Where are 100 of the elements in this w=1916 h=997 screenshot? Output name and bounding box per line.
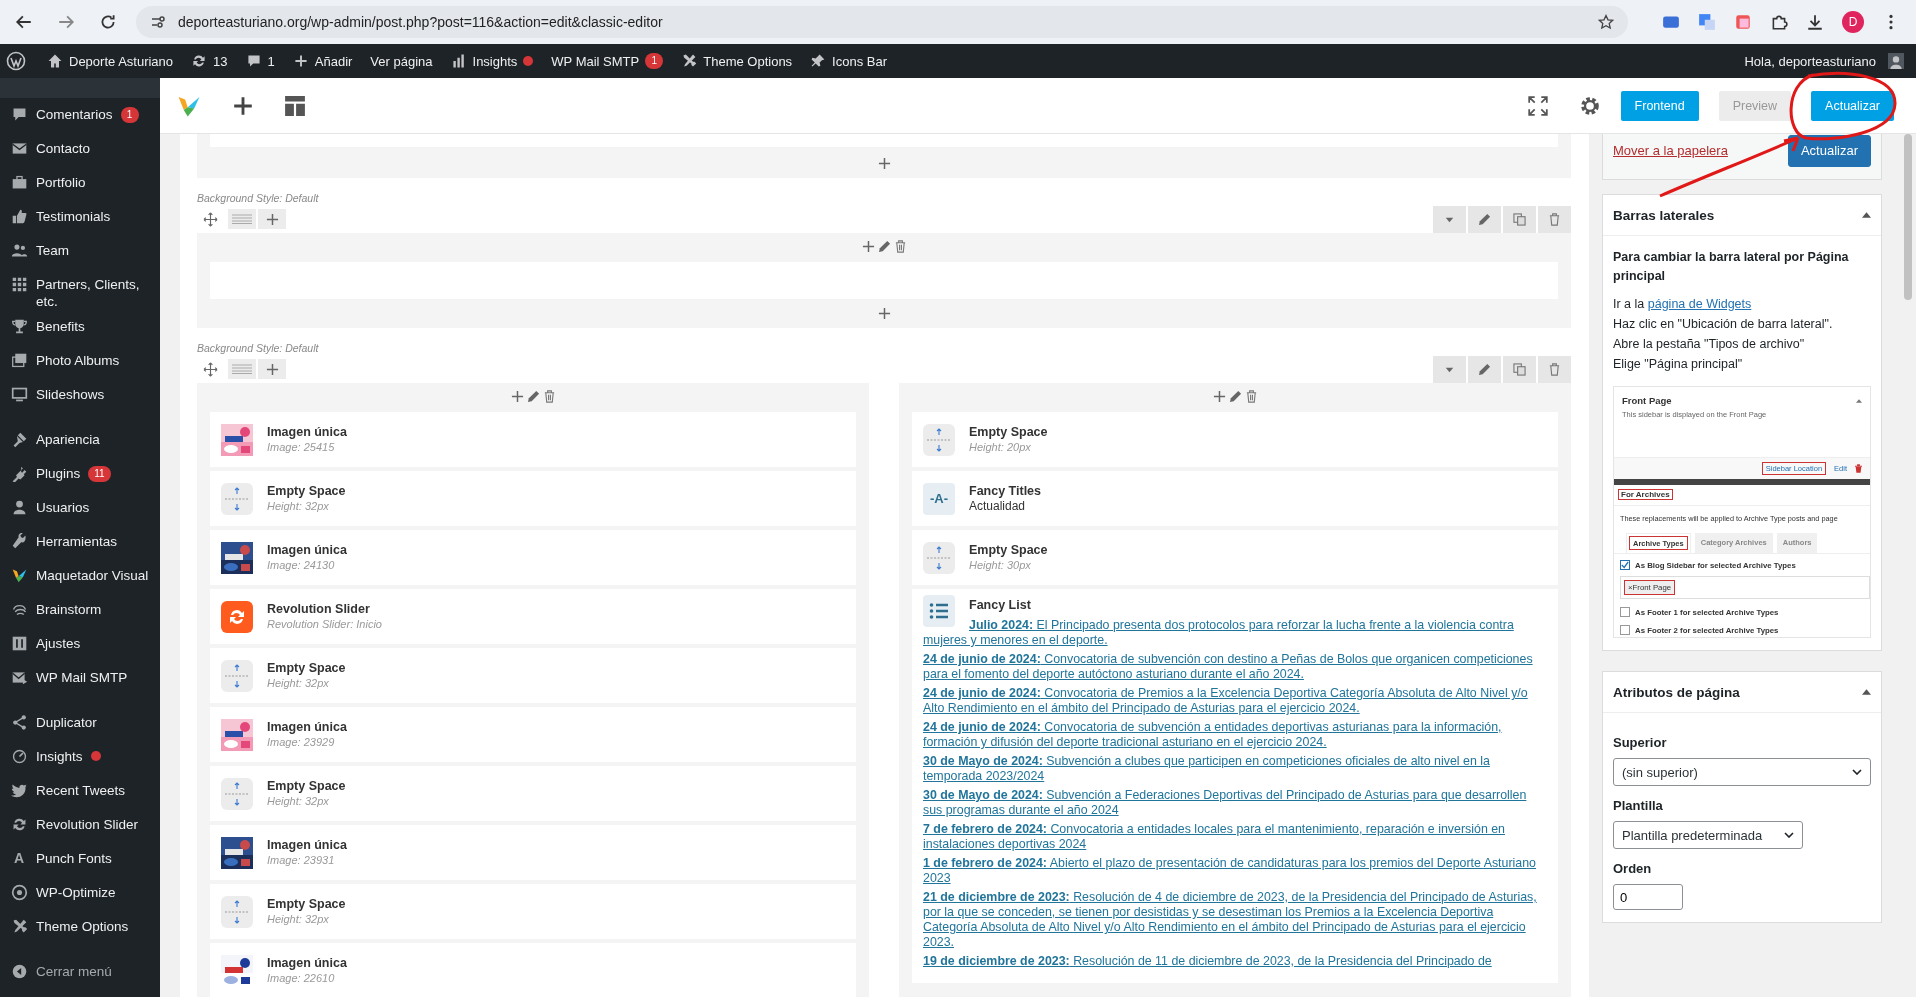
sidebar-item[interactable]: Portfolio <box>0 166 160 200</box>
news-link[interactable]: 19 de diciembre de 2023: Resolución de 11 de diciembre de 2023, de la Presidencia del Principado de <box>923 954 1547 969</box>
extension-icon[interactable] <box>1662 13 1680 31</box>
element-card[interactable] <box>912 589 1558 983</box>
sidebar-item[interactable]: Theme Options <box>0 910 160 944</box>
plus-icon[interactable] <box>510 389 524 403</box>
admin-bar-link[interactable]: Theme Options <box>672 53 802 69</box>
sidebar-item[interactable]: Insights <box>0 740 160 774</box>
checkbox[interactable] <box>1620 560 1630 570</box>
layout-icon[interactable] <box>284 94 306 117</box>
collapse-icon[interactable] <box>1862 689 1871 695</box>
news-link[interactable]: 21 de diciembre de 2023: Resolución de 4 de diciembre de 2023, de la Presidencia del Principado de Asturias, por la que se conceden, se tienen por desistidas y se desestiman los Premios a la Excelencia Deportiva Categoría Absoluta de Alto Nivel y/o Alto Rendimiento en el ámbito del Principado de Asturias para el ejercicio 2023. <box>923 890 1547 950</box>
scrollbar-thumb[interactable] <box>1904 134 1912 300</box>
news-link[interactable]: 30 de Mayo de 2024: Subvención a Federaciones Deportivas del Principado de Asturias para que desarrollen sus programas durante el año 2024 <box>923 788 1547 818</box>
admin-bar-link[interactable]: Icons Bar <box>801 53 897 69</box>
sidebar-item[interactable]: Brainstorm <box>0 593 160 627</box>
translate-icon[interactable] <box>1698 13 1716 31</box>
sidebar-item[interactable]: Photo Albums <box>0 344 160 378</box>
pencil-icon[interactable] <box>877 239 891 253</box>
sidebar-item[interactable]: Plugins 11 <box>0 457 160 491</box>
add-button[interactable] <box>258 209 286 229</box>
edit-button[interactable] <box>1468 355 1501 383</box>
extension-icon[interactable] <box>1734 13 1752 31</box>
pencil-icon[interactable] <box>526 389 540 403</box>
sidebar-item[interactable]: Comentarios 1 <box>0 98 160 132</box>
fullscreen-icon[interactable] <box>1526 94 1549 117</box>
element-card[interactable]: Empty Space Height: 32px <box>210 471 856 526</box>
select-field[interactable]: (sin superior) <box>1613 758 1871 786</box>
sidebar-item[interactable]: Partners, Clients, etc. <box>0 268 160 310</box>
account-link[interactable]: Hola, deporteasturiano <box>1735 53 1916 69</box>
logo-icon[interactable] <box>6 51 26 71</box>
site-info-icon[interactable] <box>150 14 166 30</box>
sidebar-item[interactable]: Slideshows <box>0 378 160 412</box>
element-card[interactable]: Imagen única Image: 23929 <box>210 707 856 762</box>
sidebar-item[interactable]: Team <box>0 234 160 268</box>
sidebar-item[interactable]: Contacto <box>0 132 160 166</box>
sidebar-item[interactable]: Ajustes <box>0 627 160 661</box>
element-card[interactable]: Empty Space Height: 32px <box>210 884 856 939</box>
sidebar-item[interactable]: A Punch Fonts <box>0 842 160 876</box>
trash-icon[interactable] <box>1855 464 1862 473</box>
move-icon[interactable] <box>203 211 218 227</box>
element-card[interactable]: -A- Fancy Titles Actualidad <box>912 471 1558 526</box>
sidebar-item[interactable]: Recent Tweets <box>0 774 160 808</box>
trash-link[interactable]: Mover a la papelera <box>1613 143 1728 158</box>
update-button[interactable]: Actualizar <box>1787 134 1871 167</box>
admin-bar-link[interactable]: Ver página <box>361 53 442 69</box>
trash-icon[interactable] <box>893 239 907 253</box>
collapse-icon[interactable] <box>1862 212 1871 218</box>
news-link[interactable]: 1 de febrero de 2024: Abierto el plazo de presentación de candidaturas para los premios del Deporte Asturiano 2023 <box>923 856 1547 886</box>
plus-icon[interactable] <box>232 94 254 117</box>
collapse-menu-button[interactable]: Cerrar menú <box>0 955 160 989</box>
move-icon[interactable] <box>203 361 218 377</box>
trash-icon[interactable] <box>542 389 556 403</box>
news-link[interactable]: 30 de Mayo de 2024: Subvención a clubes que participen en competiciones oficiales de alto nivel en la temporada 2023/2024 <box>923 754 1547 784</box>
plus-icon[interactable] <box>877 307 891 320</box>
sidebar-item[interactable]: Maquetador Visual <box>0 559 160 593</box>
sidebar-item[interactable]: WP-Optimize <box>0 876 160 910</box>
pencil-icon[interactable] <box>1228 389 1242 403</box>
star-icon[interactable] <box>1598 14 1614 30</box>
element-card[interactable]: Imagen única Image: 25415 <box>210 412 856 467</box>
element-card[interactable]: Empty Space Height: 20px <box>912 412 1558 467</box>
clone-button[interactable] <box>1503 355 1536 383</box>
element-card[interactable]: Empty Space Height: 32px <box>210 648 856 703</box>
toggle-button[interactable] <box>1433 355 1466 383</box>
add-button[interactable] <box>258 359 286 379</box>
element-card[interactable]: Revolution Slider Revolution Slider: Inicio <box>210 589 856 644</box>
widgets-link[interactable]: página de Widgets <box>1647 297 1752 311</box>
clone-button[interactable] <box>1503 205 1536 233</box>
element-card[interactable]: Imagen única Image: 23931 <box>210 825 856 880</box>
delete-button[interactable] <box>1538 355 1571 383</box>
plus-icon[interactable] <box>877 157 891 170</box>
select-field[interactable]: Plantilla predeterminada <box>1613 821 1803 849</box>
plus-icon[interactable] <box>861 239 875 253</box>
plus-icon[interactable] <box>1212 389 1226 403</box>
delete-button[interactable] <box>1538 205 1571 233</box>
admin-bar-link[interactable]: WP Mail SMTP 1 <box>542 53 673 69</box>
address-field[interactable]: deporteasturiano.org/wp-admin/post.php?post=116&action=edit&classic-editor <box>136 6 1628 38</box>
news-link[interactable]: 24 de junio de 2024: Convocatoria de subvención a entidades deportivas asturianas para la información, formación y difusión del deporte tradicional asturiano en el ejercicio 2024. <box>923 720 1547 750</box>
checkbox[interactable] <box>1620 607 1630 617</box>
profile-avatar[interactable]: D <box>1842 11 1864 33</box>
sidebar-item[interactable]: Revolution Slider <box>0 808 160 842</box>
puzzle-icon[interactable] <box>1770 13 1788 31</box>
edit-button[interactable] <box>1468 205 1501 233</box>
sidebar-item[interactable]: WP Mail SMTP <box>0 661 160 695</box>
admin-bar-link[interactable]: Insights <box>441 53 543 69</box>
download-icon[interactable] <box>1806 13 1824 31</box>
sidebar-item[interactable]: Usuarios <box>0 491 160 525</box>
news-link[interactable]: 24 de junio de 2024: Convocatoria de Premios a la Excelencia Deportiva Categoría Absoluta de Alto Nivel y/o Alto Rendimiento en el ámbito del Principado de Asturias para el ejercicio 2024. <box>923 686 1547 716</box>
element-card[interactable]: Imagen única Image: 22610 <box>210 943 856 997</box>
news-link[interactable]: Julio 2024: El Principado presenta dos protocolos para reforzar la lucha frente a la violencia contra mujeres y menores en el deporte. <box>923 618 1547 648</box>
element-card[interactable]: Empty Space Height: 32px <box>210 766 856 821</box>
updates-link[interactable]: 13 <box>182 53 237 69</box>
checkbox[interactable] <box>1620 625 1630 635</box>
toggle-button[interactable] <box>1433 205 1466 233</box>
number-field[interactable]: 0 <box>1613 884 1683 910</box>
admin-bar-link[interactable]: Añadir <box>283 53 362 69</box>
element-card[interactable]: Empty Space Height: 30px <box>912 530 1558 585</box>
comments-link[interactable]: 1 <box>236 53 284 69</box>
sidebar-item[interactable]: Testimonials <box>0 200 160 234</box>
element-card[interactable]: Imagen única Image: 24130 <box>210 530 856 585</box>
